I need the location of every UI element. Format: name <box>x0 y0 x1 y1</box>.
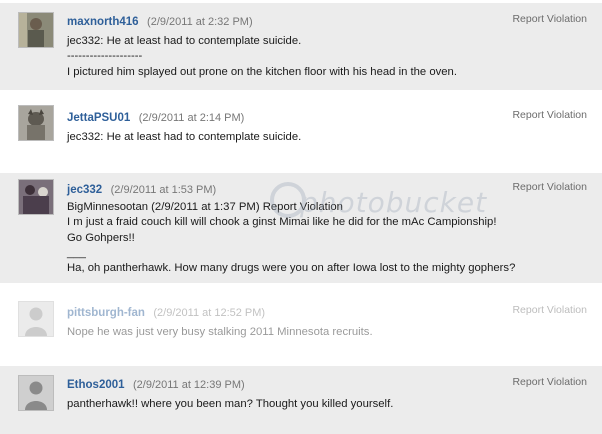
comment-header: jec332 (2/9/2011 at 1:53 PM) <box>67 180 216 198</box>
report-violation-link[interactable]: Report Violation <box>512 13 587 25</box>
comment-line: I m just a fraid couch kill will chook a… <box>67 216 497 229</box>
user-avatar[interactable] <box>18 12 54 48</box>
user-photo-icon <box>19 180 53 214</box>
report-violation-link[interactable]: Report Violation <box>512 109 587 121</box>
comment-body: pantherhawk!! where you been man? Though… <box>67 397 393 412</box>
user-photo-icon <box>19 106 53 140</box>
author-link[interactable]: JettaPSU01 <box>67 112 130 124</box>
report-violation-link[interactable]: Report Violation <box>512 304 587 316</box>
comment-line: I pictured him splayed out prone on the … <box>67 65 457 78</box>
user-photo-icon <box>19 13 53 47</box>
user-avatar[interactable] <box>18 179 54 215</box>
comment-header: JettaPSU01 (2/9/2011 at 2:14 PM) <box>67 108 244 126</box>
author-link[interactable]: maxnorth416 <box>67 16 139 28</box>
report-violation-link[interactable]: Report Violation <box>512 181 587 193</box>
author-link[interactable]: Ethos2001 <box>67 379 125 391</box>
comment-body: BigMinnesootan (2/9/2011 at 1:37 PM) Rep… <box>67 200 515 276</box>
comment-body: jec332: He at least had to contemplate s… <box>67 34 457 80</box>
comment-timestamp: (2/9/2011 at 12:52 PM) <box>153 307 266 319</box>
comment-line: Nope he was just very busy stalking 2011… <box>67 326 373 338</box>
comment-line: Ha, oh pantherhawk. How many drugs were … <box>67 262 516 275</box>
comment-timestamp: (2/9/2011 at 2:14 PM) <box>138 112 245 124</box>
comment-header: Ethos2001 (2/9/2011 at 12:39 PM) <box>67 375 245 393</box>
comment-item: Ethos2001 (2/9/2011 at 12:39 PM) Report … <box>0 366 602 434</box>
comment-line: ___ <box>67 246 86 259</box>
user-avatar[interactable] <box>18 105 54 141</box>
comment-timestamp: (2/9/2011 at 2:32 PM) <box>147 16 253 28</box>
comment-body: jec332: He at least had to contemplate s… <box>67 130 301 145</box>
comment-line: jec332: He at least had to contemplate s… <box>67 35 302 47</box>
author-link[interactable]: jec332 <box>67 184 102 196</box>
comment-body: Nope he was just very busy stalking 2011… <box>67 325 373 340</box>
comment-line: pantherhawk!! where you been man? Though… <box>67 398 394 410</box>
comment-line: -------------------- <box>67 50 143 63</box>
comment-header: maxnorth416 (2/9/2011 at 2:32 PM) <box>67 12 253 30</box>
default-avatar[interactable] <box>18 301 54 337</box>
silhouette-icon <box>19 302 53 336</box>
comment-item: jec332 (2/9/2011 at 1:53 PM) Report Viol… <box>0 173 602 283</box>
comment-item: maxnorth416 (2/9/2011 at 2:32 PM) Report… <box>0 3 602 90</box>
comment-item: pittsburgh-fan (2/9/2011 at 12:52 PM) Re… <box>0 291 602 359</box>
comment-line: BigMinnesootan (2/9/2011 at 1:37 PM) Rep… <box>67 201 343 213</box>
comment-line: jec332: He at least had to contemplate s… <box>67 131 302 143</box>
faded-comment-content: pittsburgh-fan (2/9/2011 at 12:52 PM) Re… <box>0 291 602 359</box>
default-avatar[interactable] <box>18 375 54 411</box>
comment-line: Go Gohpers!! <box>67 231 135 244</box>
report-violation-link[interactable]: Report Violation <box>512 376 587 388</box>
comment-timestamp: (2/9/2011 at 12:39 PM) <box>132 379 245 391</box>
comment-item: JettaPSU01 (2/9/2011 at 2:14 PM) Report … <box>0 95 602 161</box>
comment-header: pittsburgh-fan (2/9/2011 at 12:52 PM) <box>67 303 265 321</box>
author-link[interactable]: pittsburgh-fan <box>67 307 145 319</box>
comment-timestamp: (2/9/2011 at 1:53 PM) <box>110 184 217 196</box>
silhouette-icon <box>19 376 53 410</box>
